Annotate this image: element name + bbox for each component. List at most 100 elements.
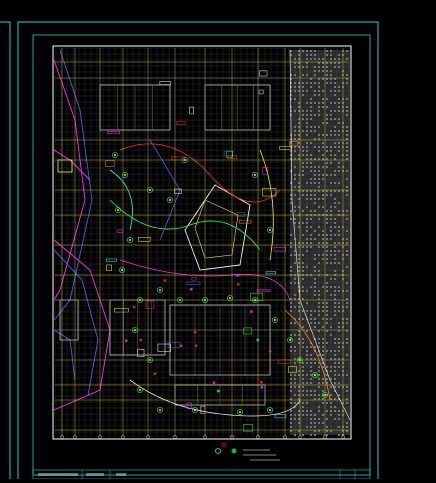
hatch-cell (290, 150, 292, 152)
shrub-symbol (153, 372, 157, 376)
hatch-cell (338, 426, 340, 428)
parking-block (57, 159, 73, 173)
hatch-cell (326, 122, 328, 124)
hatch-cell (298, 110, 300, 112)
hatch-cell (334, 250, 336, 252)
hatch-cell (290, 378, 292, 380)
hatch-cell (322, 242, 324, 244)
central-pavilion (184, 184, 251, 271)
hatch-cell (338, 386, 340, 388)
hatch-cell (314, 126, 316, 128)
hatch-cell (310, 190, 312, 192)
hatch-cell (314, 158, 316, 160)
hatch-cell (310, 86, 312, 88)
hatch-cell (326, 54, 328, 56)
hatch-cell (338, 202, 340, 204)
hatch-cell (298, 422, 300, 424)
hatch-cell (334, 134, 336, 136)
hatch-cell (338, 98, 340, 100)
hatch-cell (298, 386, 300, 388)
hatch-cell (334, 290, 336, 292)
hatch-cell (310, 106, 312, 108)
hatch-cell (290, 334, 292, 336)
hatch-cell (310, 118, 312, 120)
hatch-cell (314, 166, 316, 168)
hatch-cell (314, 190, 316, 192)
hatch-cell (310, 322, 312, 324)
hatch-cell (334, 310, 336, 312)
hatch-cell (290, 410, 292, 412)
hatch-cell (334, 222, 336, 224)
hatch-cell (322, 174, 324, 176)
hatch-cell (314, 146, 316, 148)
plan-detail (186, 281, 201, 285)
hatch-cell (314, 202, 316, 204)
tree-trunk-dot (324, 394, 326, 396)
hatch-cell (334, 110, 336, 112)
hatch-cell (302, 86, 304, 88)
shrub-symbol (260, 385, 264, 389)
hatch-cell (302, 410, 304, 412)
hatch-cell (310, 242, 312, 244)
hatch-cell (326, 418, 328, 420)
left-sheet-frame (0, 21, 11, 483)
hatch-cell (298, 206, 300, 208)
hatch-cell (346, 398, 348, 400)
hatch-cell (302, 118, 304, 120)
hatch-cell (322, 286, 324, 288)
hatch-cell (322, 254, 324, 256)
hatch-cell (346, 254, 348, 256)
hatch-cell (314, 258, 316, 260)
hatch-cell (302, 262, 304, 264)
hatch-cell (338, 162, 340, 164)
hatch-cell (302, 370, 304, 372)
hatch-cell (302, 434, 304, 436)
tree-trunk-dot (129, 239, 131, 241)
hatch-cell (302, 290, 304, 292)
hatch-cell (346, 218, 348, 220)
hatch-cell (346, 422, 348, 424)
hatch-cell (310, 418, 312, 420)
hatch-cell (338, 394, 340, 396)
hatch-cell (326, 290, 328, 292)
hatch-cell (322, 190, 324, 192)
hatch-cell (298, 258, 300, 260)
hatch-cell (346, 78, 348, 80)
cad-drawing-viewport[interactable] (0, 0, 436, 483)
hatch-cell (346, 110, 348, 112)
hatch-cell (290, 234, 292, 236)
hatch-cell (346, 154, 348, 156)
hatch-cell (346, 318, 348, 320)
hatch-cell (298, 54, 300, 56)
hatch-cell (298, 82, 300, 84)
hatch-cell (334, 370, 336, 372)
hatch-cell (314, 210, 316, 212)
hatch-cell (290, 414, 292, 416)
hatch-cell (302, 94, 304, 96)
hatch-cell (346, 190, 348, 192)
hatch-cell (334, 286, 336, 288)
hatch-cell (346, 282, 348, 284)
hatch-cell (326, 78, 328, 80)
hatch-cell (338, 410, 340, 412)
hatch-cell (302, 414, 304, 416)
hatch-cell (310, 162, 312, 164)
hatch-cell (298, 190, 300, 192)
hatch-cell (334, 258, 336, 260)
hatch-cell (322, 198, 324, 200)
hatch-cell (322, 390, 324, 392)
hatch-cell (298, 118, 300, 120)
shrub-symbol (132, 305, 136, 309)
hatch-cell (346, 114, 348, 116)
hatch-cell (334, 306, 336, 308)
hatch-cell (326, 254, 328, 256)
hatch-cell (314, 270, 316, 272)
hatch-cell (326, 330, 328, 332)
shrub-symbol (139, 338, 143, 342)
hatch-cell (302, 318, 304, 320)
site-plan-drawing[interactable] (0, 0, 436, 483)
hatch-cell (338, 66, 340, 68)
hatch-cell (298, 254, 300, 256)
plan-detail (107, 131, 120, 134)
hatch-cell (310, 158, 312, 160)
